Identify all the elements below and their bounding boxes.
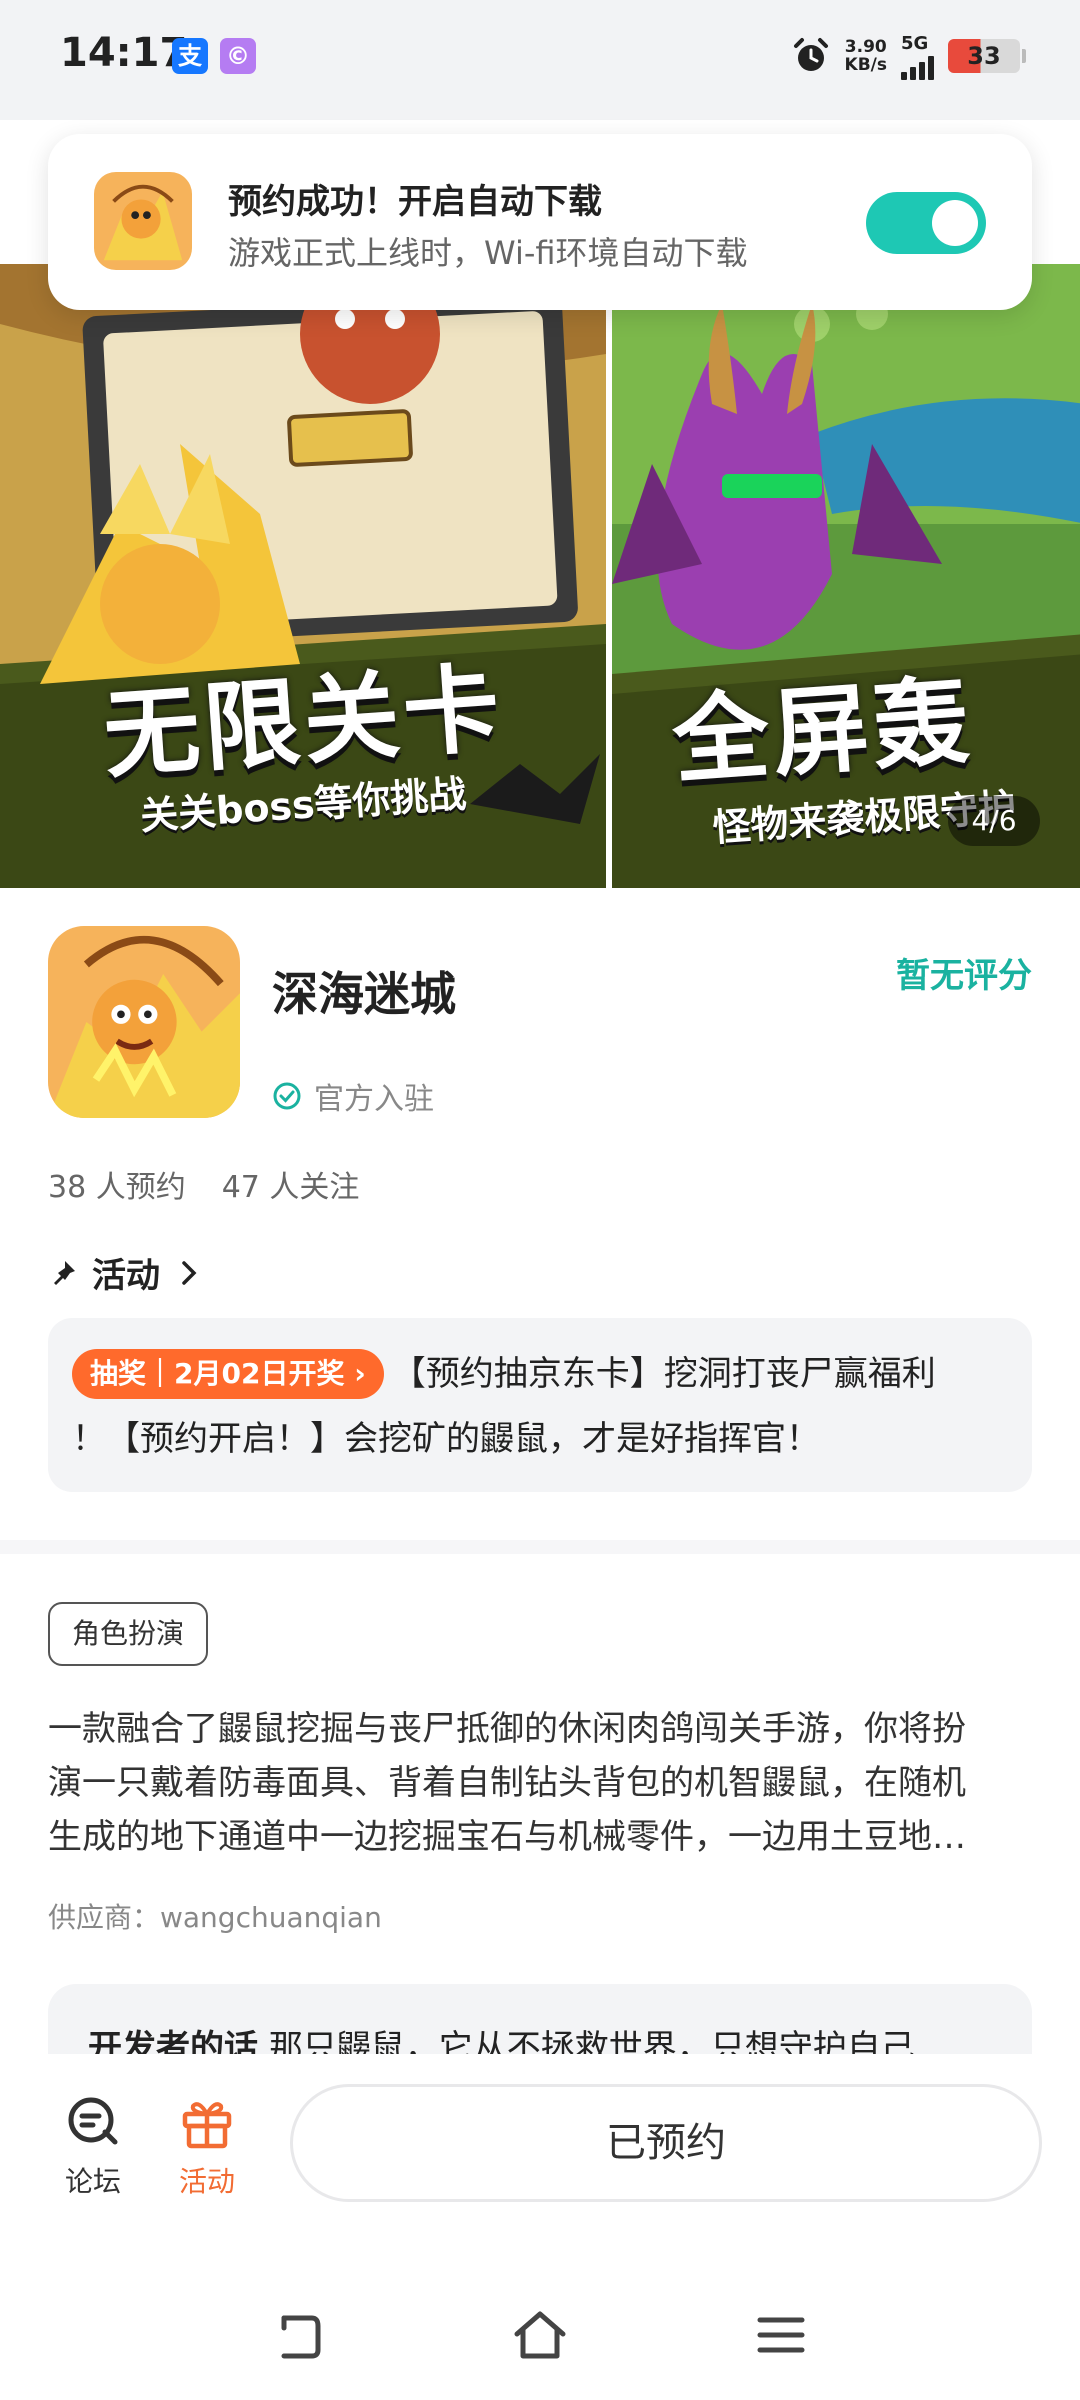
forum-label: 论坛 (64, 2165, 121, 2198)
menu-icon[interactable] (752, 2306, 810, 2364)
genre-tag[interactable]: 角色扮演 (48, 1602, 209, 1666)
game-description[interactable]: 一款融合了鼹鼠挖掘与丧尸抵御的休闲肉鸽闯关手游，你将扮 演一只戴着防毒面具、背着… (48, 1702, 1032, 1864)
screenshot-1[interactable]: 无限关卡 关关boss等你挑战 (0, 264, 606, 888)
game-icon (48, 926, 240, 1118)
alipay-icon: 支 (172, 38, 208, 74)
game-stats: 38 人预约 47 人关注 (48, 1162, 359, 1206)
activity-tab-button[interactable]: 活动 (162, 2092, 252, 2200)
activity-heading: 活动 (92, 1256, 160, 1296)
description-line: 演一只戴着防毒面具、背着自制钻头背包的机智鼹鼠，在随机 (48, 1763, 966, 1803)
supplier-label: 供应商：wangchuanqian (48, 1901, 382, 1934)
reservation-toast: 预约成功！开启自动下载 游戏正式上线时，Wi-fi环境自动下载 (48, 134, 1032, 310)
back-icon[interactable] (270, 2306, 328, 2364)
auto-download-toggle[interactable] (866, 192, 986, 254)
gift-icon (182, 2102, 232, 2149)
home-icon[interactable] (511, 2306, 569, 2364)
gallery-page-indicator: 4/6 (948, 796, 1040, 846)
activity-text-line2: ！【预约开启！】会挖矿的鼹鼠，才是好指挥官！ (72, 1419, 820, 1459)
description-line: 生成的地下通道中一边挖掘宝石与机械零件，一边用土豆地… (48, 1817, 966, 1857)
rating-label: 暂无评分 (896, 956, 1032, 996)
status-bar: 14:17 支 © 3.90 KB/s 5G 33 (0, 0, 1080, 120)
signal-icon: 5G (901, 33, 934, 80)
net-speed: 3.90 KB/s (844, 37, 887, 75)
description-line: 一款融合了鼹鼠挖掘与丧尸抵御的休闲肉鸽闯关手游，你将扮 (48, 1709, 966, 1749)
bottom-action-bar: 论坛 活动 已预约 (0, 2054, 1080, 2280)
screenshot-gallery[interactable]: 无限关卡 关关boss等你挑战 全屏轰 怪物来袭极限守护 (0, 264, 1080, 888)
verified-label: 官方入驻 (314, 1082, 434, 1117)
game-title: 深海迷城 (272, 967, 456, 1021)
pin-icon (54, 1260, 75, 1285)
clock: 14:17 (60, 30, 188, 76)
follow-count: 47 人关注 (221, 1170, 360, 1205)
chevron-right-icon (182, 1260, 197, 1285)
toast-title: 预约成功！开启自动下载 (228, 182, 602, 222)
system-nav-bar (0, 2280, 1080, 2400)
battery-icon: 33 (948, 39, 1026, 73)
activity-text-line1: 【预约抽京东卡】挖洞打丧尸赢福利 (391, 1354, 936, 1394)
forum-button[interactable]: 论坛 (48, 2092, 138, 2200)
activity-header[interactable]: 活动 (48, 1248, 204, 1297)
activity-card[interactable]: 抽奖｜2月02日开奖 › 【预约抽京东卡】挖洞打丧尸赢福利 ！【预约开启！】会挖… (48, 1318, 1032, 1492)
reserved-button[interactable]: 已预约 (290, 2084, 1042, 2202)
app-icon: © (220, 38, 256, 74)
forum-icon (68, 2097, 118, 2145)
toast-game-icon (94, 172, 192, 270)
section-divider (0, 1540, 1080, 1554)
activity-tab-label: 活动 (178, 2165, 235, 2198)
toast-subtitle: 游戏正式上线时，Wi-fi环境自动下载 (228, 234, 748, 272)
alarm-icon (793, 38, 828, 71)
verified-badge: 官方入驻 (272, 1074, 434, 1118)
reservation-count: 38 人预约 (48, 1170, 186, 1205)
screenshot-2[interactable]: 全屏轰 怪物来袭极限守护 (612, 264, 1080, 888)
status-indicators: 3.90 KB/s 5G 33 (791, 33, 1026, 80)
check-circle-icon (273, 1082, 301, 1110)
lottery-badge[interactable]: 抽奖｜2月02日开奖 › (72, 1349, 384, 1399)
